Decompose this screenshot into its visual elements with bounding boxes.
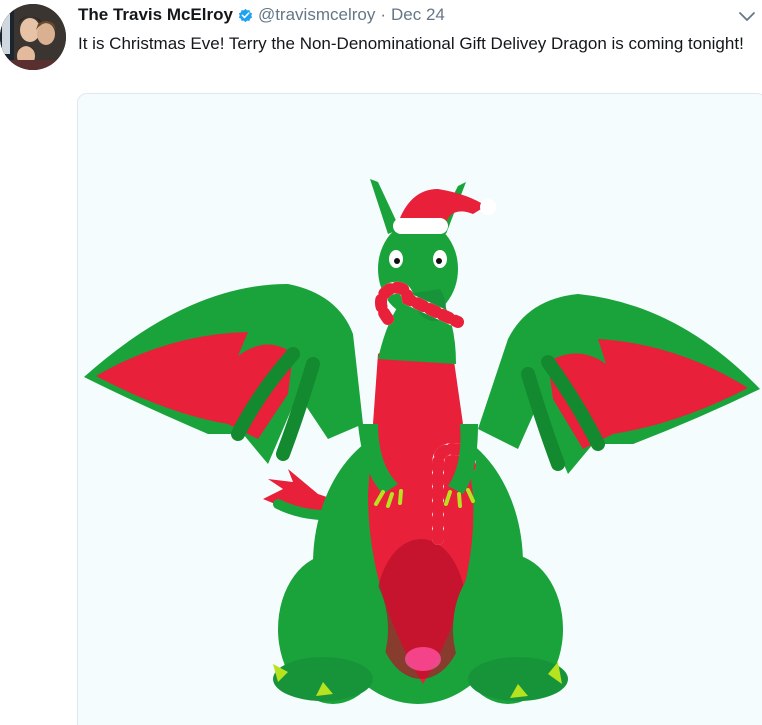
left-wing (84, 284, 363, 464)
tweet-date[interactable]: Dec 24 (391, 5, 445, 25)
verified-badge-icon (237, 7, 254, 24)
user-handle[interactable]: @travismcelroy (258, 5, 375, 25)
tweet-header: The Travis McElroy @travismcelroy · Dec … (78, 4, 445, 26)
tweet[interactable]: The Travis McElroy @travismcelroy · Dec … (0, 0, 762, 725)
avatar[interactable] (0, 4, 66, 70)
chevron-down-icon[interactable] (738, 10, 756, 22)
tweet-media-image[interactable] (77, 93, 762, 725)
right-wing (478, 294, 760, 474)
separator-dot: · (380, 5, 387, 24)
dragon-head (370, 179, 496, 364)
inflatable-dragon-illustration (84, 179, 760, 704)
tweet-text: It is Christmas Eve! Terry the Non-Denom… (78, 34, 744, 53)
display-name[interactable]: The Travis McElroy (78, 5, 233, 25)
